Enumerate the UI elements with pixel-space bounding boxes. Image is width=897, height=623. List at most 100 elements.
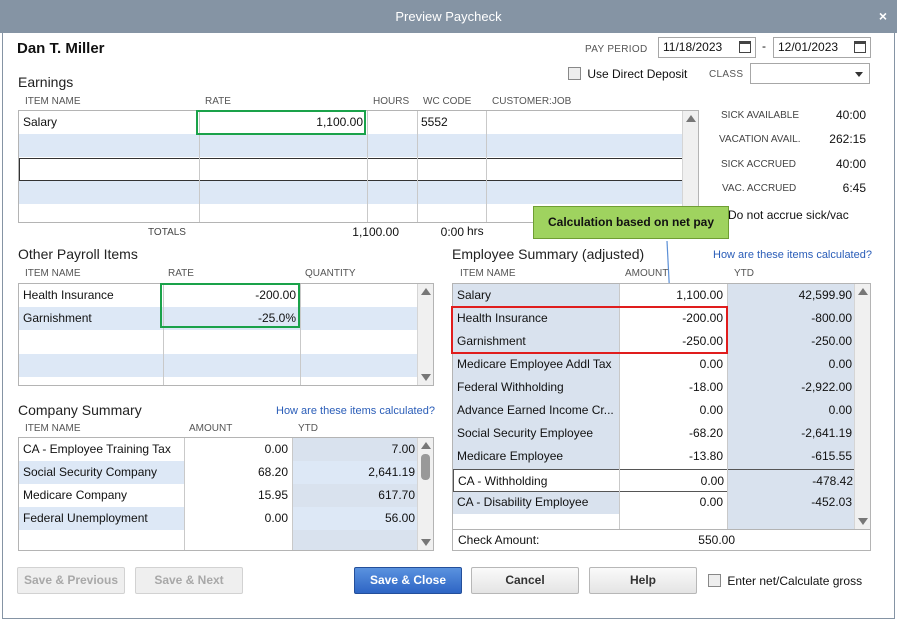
table-row[interactable]: Medicare Employee -13.80 -615.55 [453,445,870,468]
totals-label: TOTALS [148,227,186,238]
hours-unit: hrs [467,224,484,238]
company-amount: 0.00 [184,507,292,530]
employee-item: CA - Withholding [458,474,548,488]
pay-period-end-field[interactable]: 12/01/2023 [773,37,871,58]
save-previous-button[interactable]: Save & Previous [17,567,125,594]
employee-amount[interactable]: 0.00 [620,470,728,493]
title-bar: Preview Paycheck × [0,0,897,33]
table-row[interactable]: Medicare Employee Addl Tax 0.00 0.00 [453,353,870,376]
rate-highlight-box [196,110,366,135]
scroll-down-icon[interactable] [858,518,868,525]
vacation-available-value: 262:15 [829,132,866,146]
table-row[interactable]: Federal Withholding -18.00 -2,922.00 [453,376,870,399]
employee-ytd: -800.00 [811,311,852,325]
col-wc-code: WC CODE [423,96,472,107]
class-label: CLASS [709,69,744,80]
enter-net-label: Enter net/Calculate gross [727,573,863,588]
table-row-selected[interactable]: CA - Withholding 0.00 -478.42 [453,469,870,493]
employee-item: Medicare Employee Addl Tax [457,357,612,371]
calendar-icon[interactable] [854,41,866,53]
employee-ytd: -2,922.00 [801,380,852,394]
employee-ytd: -250.00 [811,334,852,348]
direct-deposit-checkbox-row[interactable]: Use Direct Deposit [568,66,687,81]
col-ytd: YTD [734,268,754,279]
save-close-button[interactable]: Save & Close [354,567,462,594]
divider [367,111,368,222]
help-button[interactable]: Help [589,567,697,594]
table-row[interactable] [19,181,698,204]
company-calc-link[interactable]: How are these items calculated? [276,405,435,417]
scroll-down-icon[interactable] [421,374,431,381]
employee-summary-header: ITEM NAME AMOUNT YTD [452,268,871,280]
pay-period-start-field[interactable]: 11/18/2023 [658,37,756,58]
table-row[interactable]: Medicare Company 15.95 617.70 [19,484,433,507]
employee-ytd: -478.42 [728,470,857,493]
totals-rate: 1,100.00 [352,225,399,239]
col-hours: HOURS [373,96,410,107]
check-amount-value: 550.00 [698,533,735,547]
rate-highlight-box [160,283,300,328]
company-summary-scrollbar[interactable] [417,438,433,550]
table-row[interactable] [19,134,698,157]
employee-item: Federal Withholding [457,380,564,394]
company-amount: 68.20 [184,461,292,484]
employee-ytd: 0.00 [828,403,852,417]
vac-accrued-value: 6:45 [842,181,866,195]
company-summary-header: ITEM NAME AMOUNT YTD [18,423,434,435]
divider [292,438,293,550]
employee-ytd: 0.00 [828,357,852,371]
table-row[interactable]: CA - Employee Training Tax 0.00 7.00 [19,438,433,461]
scroll-up-icon[interactable] [421,288,431,295]
table-row[interactable] [19,354,433,377]
employee-summary-scrollbar[interactable] [854,284,870,529]
cancel-button[interactable]: Cancel [471,567,579,594]
employee-calc-link[interactable]: How are these items calculated? [713,249,872,261]
scroll-up-icon[interactable] [858,288,868,295]
table-row[interactable] [19,530,433,550]
col-item-name: ITEM NAME [25,96,81,107]
earnings-wc: 5552 [421,115,448,129]
direct-deposit-checkbox[interactable] [568,67,581,81]
class-dropdown[interactable] [750,63,870,84]
scroll-down-icon[interactable] [421,539,431,546]
scroll-up-icon[interactable] [686,115,696,122]
col-customer-job: CUSTOMER:JOB [492,96,572,107]
divider [417,111,418,222]
table-row[interactable]: Advance Earned Income Cr... 0.00 0.00 [453,399,870,422]
table-row-selected[interactable] [19,158,698,181]
divider [184,438,185,550]
do-not-accrue-label[interactable]: Do not accrue sick/vac [728,208,849,222]
scroll-thumb[interactable] [421,454,430,480]
table-row[interactable]: Federal Unemployment 0.00 56.00 [19,507,433,530]
callout-annotation: Calculation based on net pay [533,206,729,239]
table-row[interactable]: CA - Disability Employee 0.00 -452.03 [453,491,870,514]
enter-net-checkbox[interactable] [708,574,721,588]
vac-accrued-label: VAC. ACCRUED [722,183,797,194]
employee-amount: -68.20 [688,426,723,440]
employee-item: Social Security Employee [457,426,594,440]
divider [486,111,487,222]
close-icon[interactable]: × [879,0,887,33]
other-payroll-scrollbar[interactable] [417,284,433,385]
company-item: Social Security Company [23,465,158,479]
table-row[interactable] [453,514,870,529]
employee-ytd: -615.55 [811,449,852,463]
employee-item: CA - Disability Employee [457,495,589,509]
enter-net-checkbox-row[interactable]: Enter net/Calculate gross [708,573,862,588]
col-amount: AMOUNT [189,423,233,434]
payroll-item: Garnishment [23,311,92,325]
company-item: Medicare Company [23,488,128,502]
employee-item: Medicare Employee [457,449,564,463]
deduction-highlight-box [451,306,728,354]
scroll-up-icon[interactable] [421,442,431,449]
calendar-icon[interactable] [739,41,751,53]
table-row[interactable] [19,331,433,354]
save-next-button[interactable]: Save & Next [135,567,243,594]
table-row[interactable]: Salary 1,100.00 42,599.90 [453,284,870,307]
company-amount: 15.95 [257,488,288,502]
company-ytd: 56.00 [384,511,415,525]
table-row[interactable]: Social Security Employee -68.20 -2,641.1… [453,422,870,445]
window-title: Preview Paycheck [395,9,502,24]
table-row[interactable]: Social Security Company 68.20 2,641.19 [19,461,433,484]
employee-amount: -18.00 [688,380,723,394]
